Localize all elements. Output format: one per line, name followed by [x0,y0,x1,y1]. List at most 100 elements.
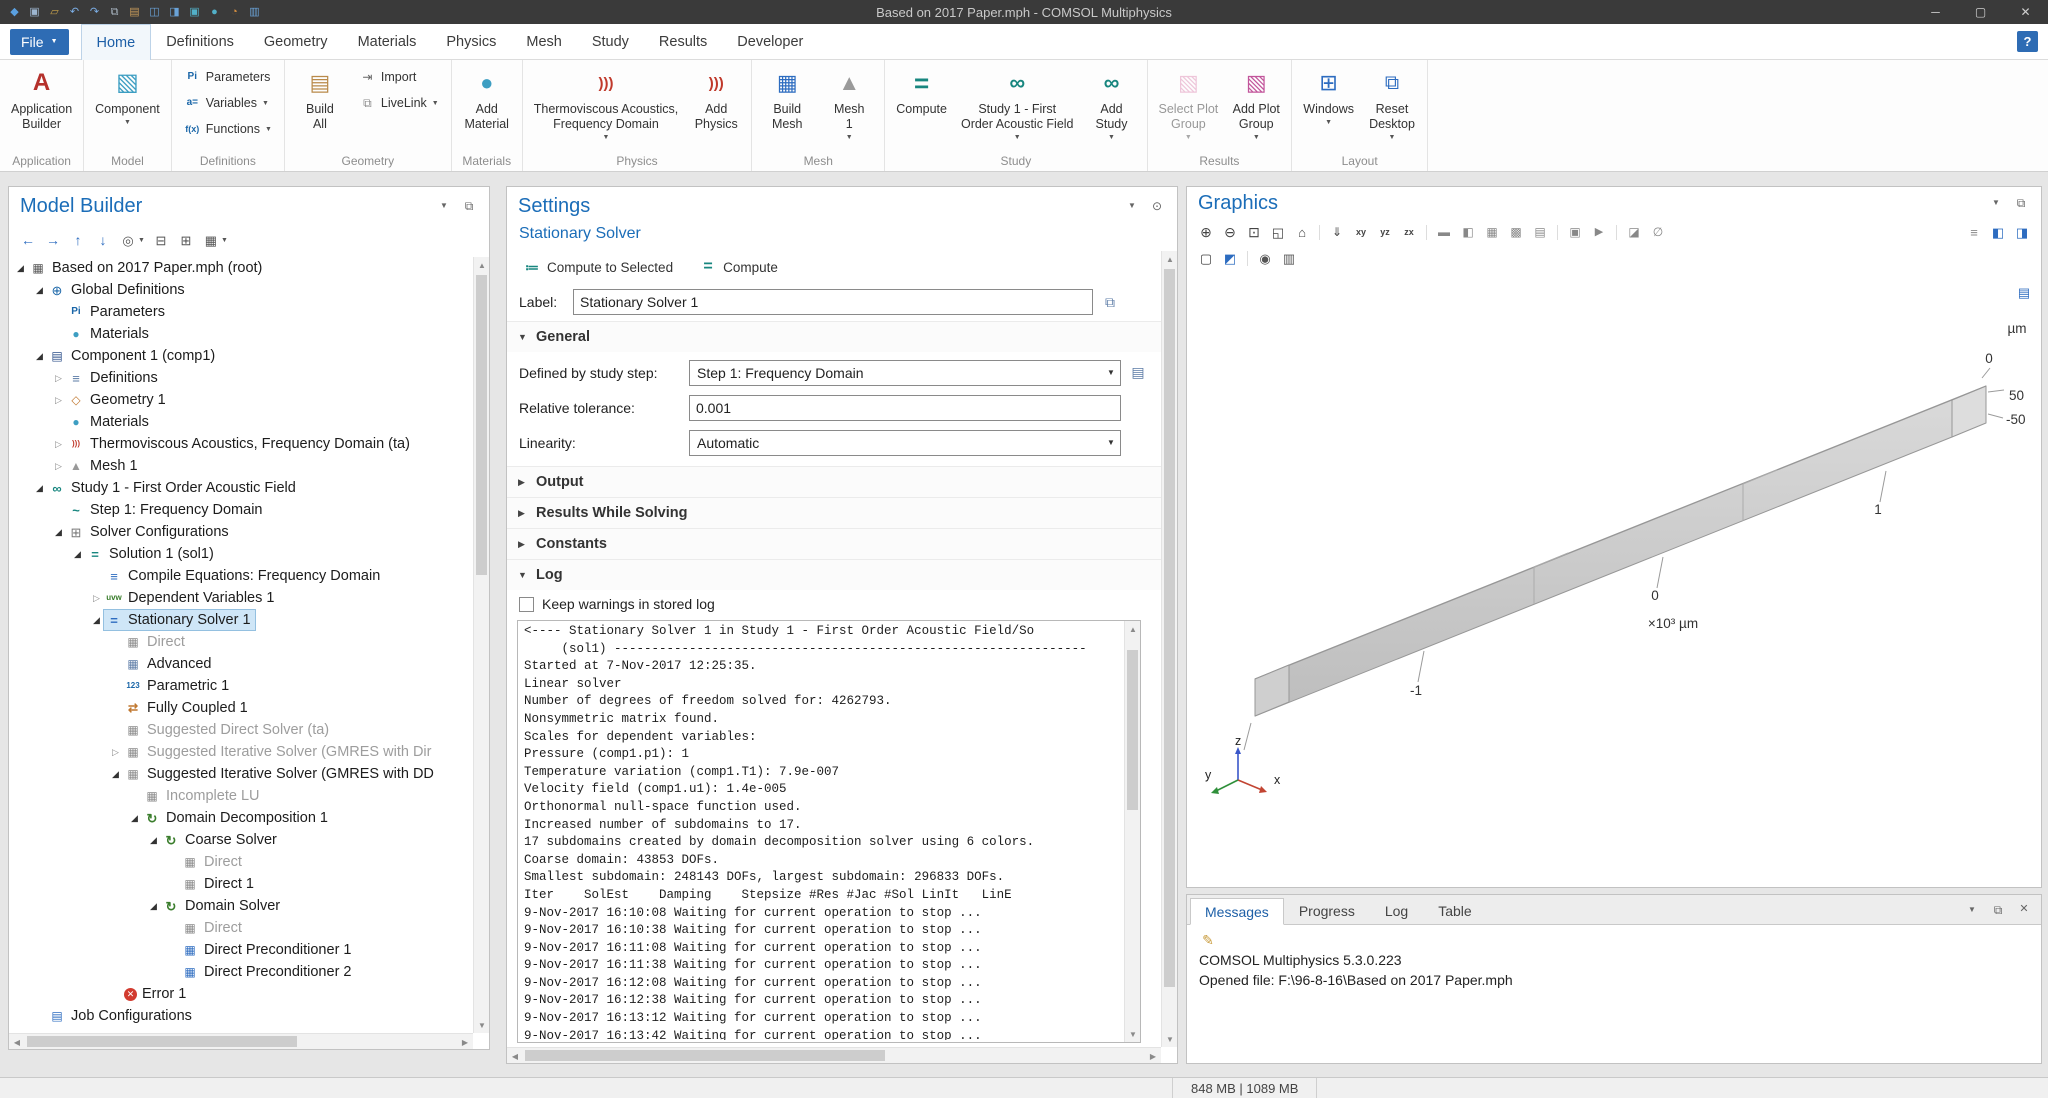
tab-physics[interactable]: Physics [431,24,511,60]
tree-item-direct-preconditioner-2[interactable]: ▦Direct Preconditioner 2 [9,961,472,983]
tree-item-error-1[interactable]: ✕Error 1 [9,983,472,1005]
tree-item-advanced[interactable]: ▦Advanced [9,653,472,675]
tree-item-compile-equations-frequency-domain[interactable]: ≡Compile Equations: Frequency Domain [9,565,472,587]
wireframe-button[interactable]: ▦ [1481,221,1503,243]
tree-item-suggested-direct-solver-ta[interactable]: ▦Suggested Direct Solver (ta) [9,719,472,741]
mesh-1-button[interactable]: ▲Mesh 1▼ [819,63,879,151]
application-builder-button[interactable]: AApplication Builder [5,63,78,151]
animation-button[interactable]: ▶ [1588,221,1610,243]
copy-icon[interactable]: ⧉ [106,4,123,21]
maximize-button[interactable]: ▢ [1958,0,2003,24]
tree-item-parameters[interactable]: PiParameters [9,301,472,323]
collapse-node-icon[interactable]: ◢ [32,483,47,494]
collapse-node-icon[interactable]: ◢ [70,549,85,560]
component-button[interactable]: ▧Component▼ [89,63,166,151]
livelink-button[interactable]: ⧉LiveLink▼ [352,91,446,115]
tab-results[interactable]: Results [644,24,722,60]
tree-item-direct-1[interactable]: ▦Direct 1 [9,873,472,895]
collapse-node-icon[interactable]: ◢ [108,769,123,780]
zx-view-button[interactable]: zx [1398,221,1420,243]
panel-menu-button[interactable]: ▼ [435,197,453,215]
tree-item-fully-coupled-1[interactable]: ⇄Fully Coupled 1 [9,697,472,719]
panel-menu-button[interactable]: ▼ [1987,194,2005,212]
functions-button[interactable]: f(x)Functions▼ [177,117,279,141]
add-material-button[interactable]: ●Add Material [457,63,517,151]
windows-button[interactable]: ⊞Windows▼ [1297,63,1360,151]
tree-item-incomplete-lu[interactable]: ▦Incomplete LU [9,785,472,807]
camera-button[interactable]: ◉ [1254,247,1276,269]
tree-item-study-1-first-order-acoustic-field[interactable]: ◢∞Study 1 - First Order Acoustic Field [9,477,472,499]
tree-item-thermoviscous-acoustics-frequency-domain-ta[interactable]: ▷)))Thermoviscous Acoustics, Frequency D… [9,433,472,455]
tree-item-job-configurations[interactable]: ▤Job Configurations [9,1005,472,1027]
pin-button[interactable]: ⊙ [1148,197,1166,215]
collapse-node-icon[interactable]: ◢ [13,263,28,274]
tree-item-suggested-iterative-solver-gmres-with-dd[interactable]: ◢▦Suggested Iterative Solver (GMRES with… [9,763,472,785]
undo-icon[interactable]: ↶ [66,4,83,21]
float-panel-button[interactable]: ⧉ [2012,194,2030,212]
model-tree-vertical-scrollbar[interactable]: ▲ ▼ [473,257,489,1033]
tree-item-domain-decomposition-1[interactable]: ◢↻Domain Decomposition 1 [9,807,472,829]
snapshot-button[interactable]: ▣ [1564,221,1586,243]
nav-forward-button[interactable]: → [42,229,64,251]
tree-item-step-1-frequency-domain[interactable]: ~Step 1: Frequency Domain [9,499,472,521]
study-step-aux-button[interactable]: ▤ [1129,363,1147,382]
expand-node-icon[interactable]: ▷ [51,439,66,450]
settings-window-icon[interactable]: ◨ [166,4,183,21]
dock-left-button[interactable]: ◧ [1987,221,2009,243]
linearity-select[interactable]: Automatic ▼ [689,430,1121,456]
tree-item-solution-1-sol1[interactable]: ◢=Solution 1 (sol1) [9,543,472,565]
expand-node-icon[interactable]: ▷ [89,593,104,604]
thermoviscous-acoustics-frequency-domain-button[interactable]: )))Thermoviscous Acoustics, Frequency Do… [528,63,685,151]
label-edit-icon[interactable]: ⧉ [1101,293,1119,311]
collapse-node-icon[interactable]: ◢ [146,901,161,912]
tree-item-stationary-solver-1[interactable]: ◢=Stationary Solver 1 [9,609,472,631]
scene-color-button[interactable]: ◧ [1457,221,1479,243]
relative-tolerance-input[interactable] [689,395,1121,421]
messages-window-icon[interactable]: ▥ [246,4,263,21]
panel-menu-button[interactable]: ▼ [1123,197,1141,215]
parameters-button[interactable]: PiParameters [177,65,279,89]
keep-warnings-checkbox[interactable] [519,597,534,612]
compute-button[interactable]: =Compute [890,63,953,151]
expand-node-icon[interactable]: ▷ [108,747,123,758]
model-tree-horizontal-scrollbar[interactable]: ◀ ▶ [9,1033,473,1049]
zoom-box-button[interactable]: ⊡ [1243,221,1265,243]
expand-node-icon[interactable]: ▷ [51,461,66,472]
add-study-button[interactable]: ∞Add Study▼ [1082,63,1142,151]
tree-item-suggested-iterative-solver-gmres-with-dir[interactable]: ▷▦Suggested Iterative Solver (GMRES with… [9,741,472,763]
comsol-app-icon[interactable]: ◆ [6,4,23,21]
log-vertical-scrollbar[interactable]: ▲ ▼ [1124,621,1140,1042]
select-plot-group-button[interactable]: ▧Select Plot Group▼ [1153,63,1225,151]
tab-mesh[interactable]: Mesh [511,24,576,60]
graphics-window-icon[interactable]: ▣ [186,4,203,21]
expand-node-icon[interactable]: ▷ [51,395,66,406]
messages-tab-messages[interactable]: Messages [1190,898,1284,925]
messages-tab-log[interactable]: Log [1370,897,1423,924]
close-panel-button[interactable]: ✕ [2015,901,2033,919]
open-icon[interactable]: ▱ [46,4,63,21]
close-button[interactable]: ✕ [2003,0,2048,24]
section-general[interactable]: ▼ General [507,321,1177,352]
collapse-node-icon[interactable]: ◢ [32,351,47,362]
print-button[interactable]: ▥ [1278,247,1300,269]
tree-item-solver-configurations[interactable]: ◢⊞Solver Configurations [9,521,472,543]
model-builder-window-icon[interactable]: ◫ [146,4,163,21]
collapse-all-button[interactable]: ⊟ [150,229,172,251]
tab-geometry[interactable]: Geometry [249,24,343,60]
tree-item-materials[interactable]: ●Materials [9,411,472,433]
collapse-node-icon[interactable]: ◢ [89,615,104,626]
tree-item-materials[interactable]: ●Materials [9,323,472,345]
panel-menu-button[interactable]: ▼ [1963,901,1981,919]
grid-render-button[interactable]: ▤ [1529,221,1551,243]
study-step-link-icon[interactable]: ▤ [1129,363,1147,381]
tree-item-direct-preconditioner-1[interactable]: ▦Direct Preconditioner 1 [9,939,472,961]
minimize-button[interactable]: ─ [1913,0,1958,24]
tree-item-direct[interactable]: ▦Direct [9,917,472,939]
variables-button[interactable]: a=Variables▼ [177,91,279,115]
headlight-button[interactable]: ▬ [1433,221,1455,243]
hide-object-button[interactable]: ∅ [1647,221,1669,243]
tree-item-direct[interactable]: ▦Direct [9,851,472,873]
tree-item-dependent-variables-1[interactable]: ▷uvwDependent Variables 1 [9,587,472,609]
compute-to-selected-button[interactable]: ≔Compute to Selected [515,254,681,280]
file-menu-button[interactable]: File ▼ [10,29,69,55]
